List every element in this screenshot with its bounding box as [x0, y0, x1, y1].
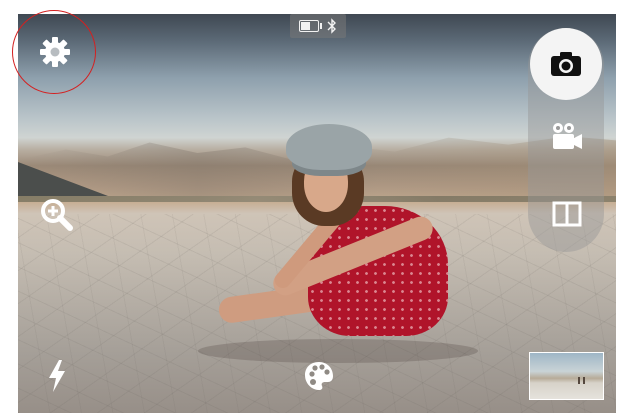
camera-icon — [550, 51, 582, 77]
thumbnail-figure — [583, 377, 585, 384]
battery-icon — [299, 20, 322, 32]
bluetooth-icon — [327, 18, 337, 34]
subject-shadow — [198, 339, 478, 363]
status-indicator — [290, 14, 346, 38]
palette-icon — [303, 360, 335, 392]
video-camera-icon — [551, 121, 583, 151]
split-view-icon — [552, 201, 582, 227]
subject-hat — [286, 124, 372, 170]
gear-icon — [38, 35, 72, 69]
photo-mode-button[interactable] — [530, 28, 602, 100]
video-mode-button[interactable] — [549, 118, 585, 154]
settings-button[interactable] — [36, 33, 74, 71]
camera-viewfinder[interactable] — [18, 14, 616, 413]
split-view-button[interactable] — [549, 196, 585, 232]
photo-subject — [158, 124, 478, 374]
zoom-in-icon — [40, 198, 74, 232]
flash-icon — [46, 359, 68, 393]
last-photo-thumbnail[interactable] — [529, 352, 604, 400]
zoom-button[interactable] — [38, 197, 76, 233]
thumbnail-figure — [578, 377, 580, 384]
flash-button[interactable] — [40, 356, 74, 396]
filters-button[interactable] — [300, 357, 338, 395]
